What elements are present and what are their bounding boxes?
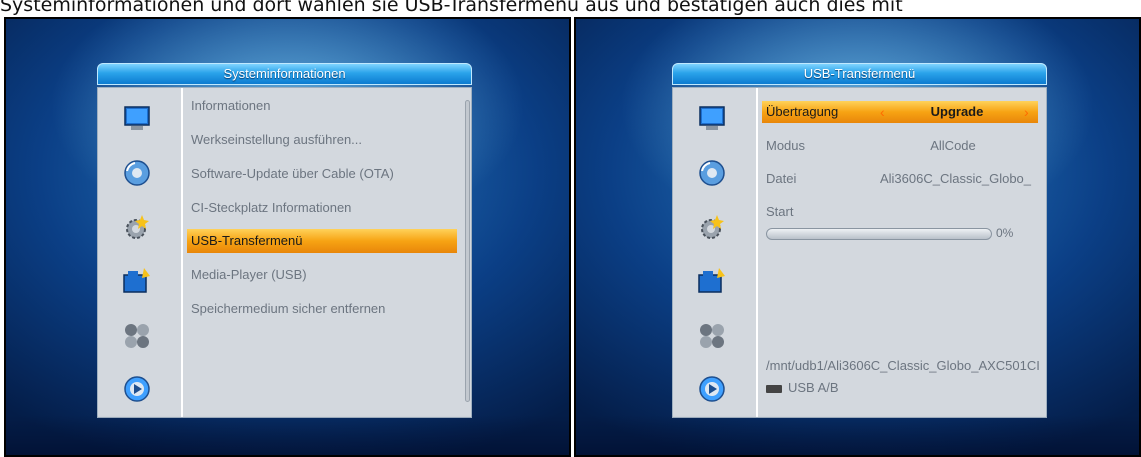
menu-item-safely-remove[interactable]: Speichermedium sicher entfernen: [187, 297, 457, 321]
satellite-dish-icon: [124, 376, 150, 402]
usb-folder-icon: [698, 268, 725, 293]
scrollbar[interactable]: [465, 100, 470, 402]
icon-column: [98, 88, 183, 417]
file-label: Datei: [766, 171, 797, 186]
file-path: /mnt/udb1/Ali3606C_Classic_Globo_AXC501C…: [766, 358, 1040, 373]
menu-list: Informationen Werkseinstellung ausführen…: [183, 88, 471, 417]
mode-value[interactable]: AllCode: [898, 135, 1008, 157]
media-icon: [125, 324, 149, 348]
monitor-icon: [699, 106, 725, 130]
transfer-settings: Übertragung ‹ Upgrade › Modus AllCode Da…: [758, 88, 1046, 417]
panel-body: Übertragung ‹ Upgrade › Modus AllCode Da…: [672, 87, 1047, 418]
menu-item-usb-transfer[interactable]: USB-Transfermenü: [187, 229, 457, 253]
start-label[interactable]: Start: [766, 201, 793, 223]
chevron-left-icon[interactable]: ‹: [880, 101, 885, 123]
disc-icon: [124, 160, 150, 186]
satellite-dish-icon: [699, 376, 725, 402]
chevron-right-icon[interactable]: ›: [1024, 101, 1029, 123]
gear-icon: [701, 215, 724, 239]
transfer-mode-row[interactable]: Übertragung ‹ Upgrade ›: [762, 101, 1038, 123]
usb-icon: [766, 384, 782, 393]
disc-icon: [699, 160, 725, 186]
menu-item-media-player[interactable]: Media-Player (USB): [187, 263, 457, 287]
usb-transfer-panel: USB-Transfermenü Übertragung ‹ Upgrade ›…: [672, 63, 1047, 418]
media-icon: [700, 324, 724, 348]
progress-percent: 0%: [996, 226, 1014, 240]
panel-title: USB-Transfermenü: [672, 63, 1047, 85]
usb-folder-icon: [123, 268, 150, 293]
screenshot-usb-transfer-menu: USB-Transfermenü Übertragung ‹ Upgrade ›…: [574, 17, 1141, 457]
transfer-label: Übertragung: [766, 104, 839, 119]
gear-icon: [126, 215, 149, 239]
usb-label: USB A/B: [788, 380, 839, 395]
transfer-value: Upgrade: [930, 104, 984, 119]
system-information-panel: Systeminformationen Informationen Werkse…: [97, 63, 472, 418]
panel-body: Informationen Werkseinstellung ausführen…: [97, 87, 472, 418]
menu-item-ci-slot-info[interactable]: CI-Steckplatz Informationen: [187, 196, 457, 220]
file-value[interactable]: Ali3606C_Classic_Globo_: [873, 168, 1038, 190]
mode-label: Modus: [766, 138, 806, 153]
icon-column: [673, 88, 758, 417]
panel-title: Systeminformationen: [97, 63, 472, 85]
caption-text: Systeminformationen und dort wählen sie …: [0, 0, 903, 16]
usb-device: USB A/B: [766, 378, 839, 398]
progress-bar: [766, 228, 992, 240]
screenshot-system-information: Systeminformationen Informationen Werkse…: [4, 17, 571, 457]
monitor-icon: [124, 106, 150, 130]
menu-item-software-update[interactable]: Software-Update über Cable (OTA): [187, 162, 457, 186]
menu-item-factory-reset[interactable]: Werkseinstellung ausführen...: [187, 128, 457, 152]
menu-item-informationen[interactable]: Informationen: [187, 94, 457, 118]
